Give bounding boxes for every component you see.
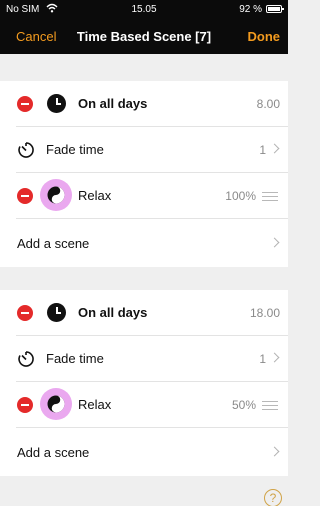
fade-time-value: 1 xyxy=(259,143,266,157)
row-divider xyxy=(16,427,288,428)
clock-icon xyxy=(47,94,66,113)
reorder-handle-icon[interactable] xyxy=(262,191,278,201)
status-bar: No SIM 15.05 92 % xyxy=(0,0,288,18)
scene-level: 50% xyxy=(231,398,256,412)
scene-row[interactable]: Relax 50% xyxy=(0,382,288,428)
navigation-bar: Cancel Time Based Scene [7] Done xyxy=(0,18,288,54)
schedule-days-row[interactable]: On all days 8.00 xyxy=(0,81,288,127)
delete-schedule-button[interactable] xyxy=(17,305,33,321)
delete-schedule-button[interactable] xyxy=(17,96,33,112)
schedule-time: 8.00 xyxy=(256,97,280,111)
schedule-time: 18.00 xyxy=(249,306,280,320)
days-label: On all days xyxy=(78,305,148,320)
yin-yang-icon xyxy=(40,388,72,420)
timer-icon xyxy=(18,351,34,367)
done-button[interactable]: Done xyxy=(248,29,281,44)
schedule-section: On all days 8.00 Fade time 1 Relax 100% xyxy=(0,81,288,267)
fade-time-row[interactable]: Fade time 1 xyxy=(0,127,288,173)
yin-yang-icon xyxy=(40,179,72,211)
add-scene-row[interactable]: Add a scene xyxy=(0,430,288,476)
timer-icon xyxy=(18,142,34,158)
reorder-handle-icon[interactable] xyxy=(262,400,278,410)
delete-scene-button[interactable] xyxy=(17,188,33,204)
schedule-days-row[interactable]: On all days 18.00 xyxy=(0,290,288,336)
add-scene-label: Add a scene xyxy=(17,236,90,251)
fade-time-label: Fade time xyxy=(46,351,104,366)
chevron-right-icon xyxy=(269,352,280,363)
clock-icon xyxy=(47,303,66,322)
fade-time-label: Fade time xyxy=(46,142,104,157)
page-title: Time Based Scene [7] xyxy=(76,29,212,44)
days-label: On all days xyxy=(78,96,148,111)
chevron-right-icon xyxy=(269,237,280,248)
battery-percentage: 92 % xyxy=(239,4,262,15)
delete-scene-button[interactable] xyxy=(17,397,33,413)
add-scene-row[interactable]: Add a scene xyxy=(0,221,288,267)
help-button[interactable]: ? xyxy=(264,489,282,506)
chevron-right-icon xyxy=(269,446,280,457)
fade-time-row[interactable]: Fade time 1 xyxy=(0,336,288,382)
battery-icon xyxy=(266,5,284,13)
schedule-section: On all days 18.00 Fade time 1 Relax 50% xyxy=(0,290,288,476)
row-divider xyxy=(16,218,288,219)
fade-time-value: 1 xyxy=(259,352,266,366)
scene-row[interactable]: Relax 100% xyxy=(0,173,288,219)
scene-name: Relax xyxy=(78,188,112,203)
scene-level: 100% xyxy=(225,189,256,203)
scene-name: Relax xyxy=(78,397,112,412)
add-scene-label: Add a scene xyxy=(17,445,90,460)
chevron-right-icon xyxy=(269,143,280,154)
